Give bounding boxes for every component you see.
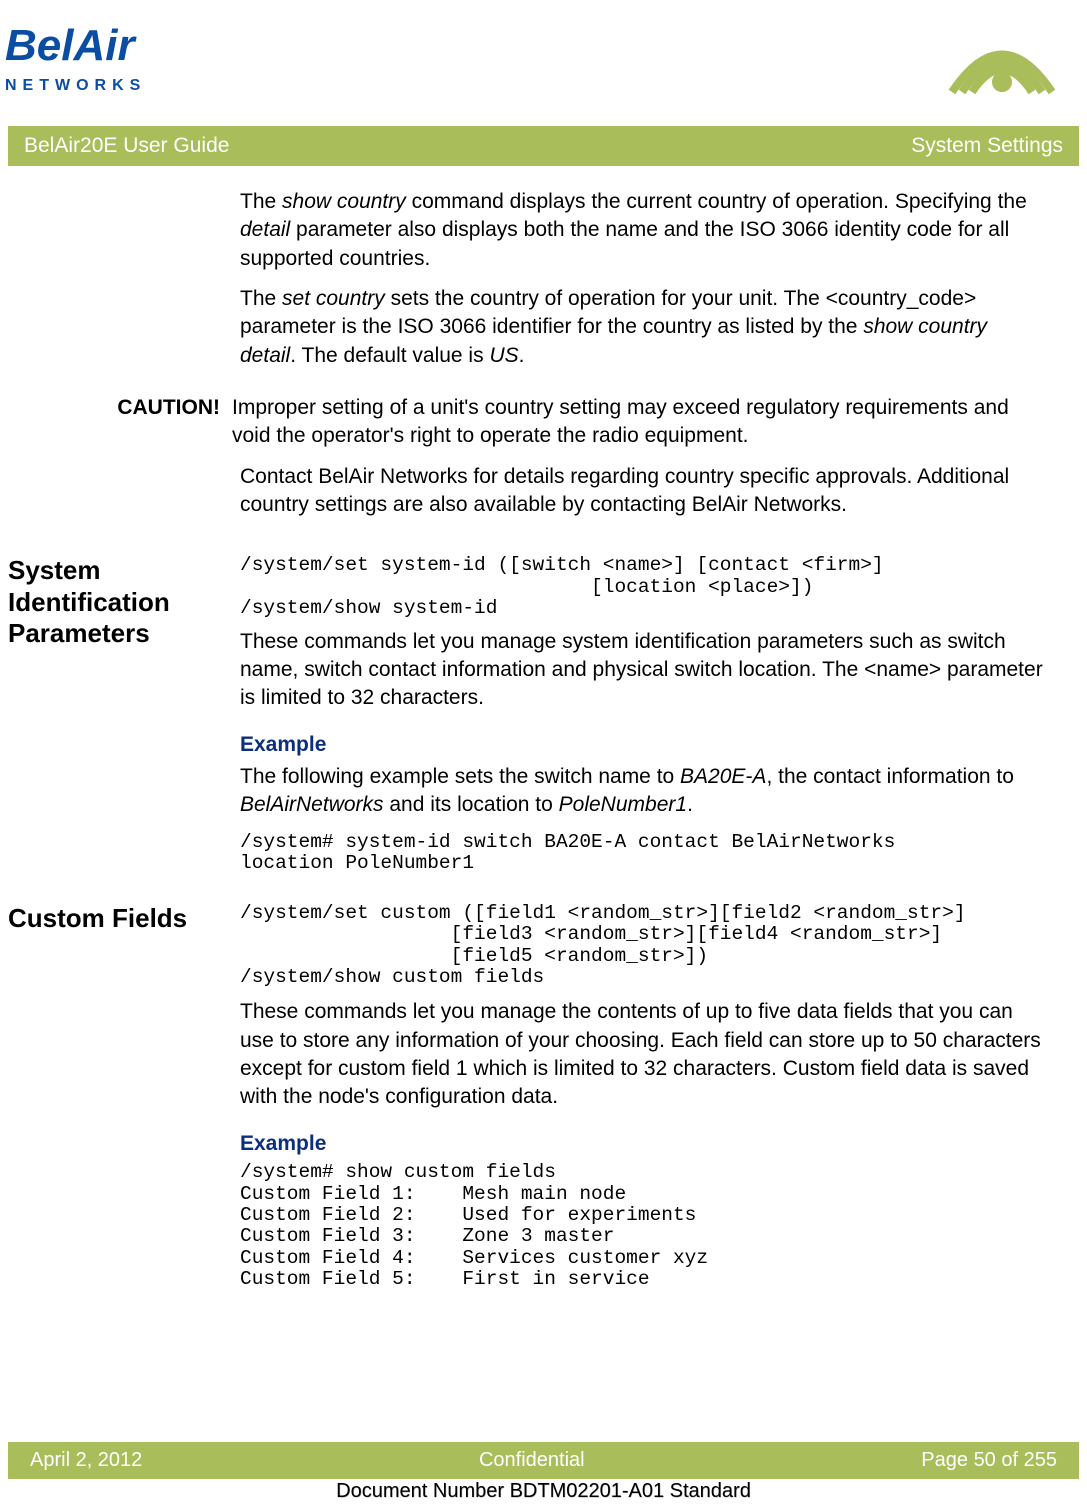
footer-confidential: Confidential xyxy=(479,1447,585,1474)
swoosh-icon xyxy=(947,12,1057,120)
sysid-command: /system/set system-id ([switch <name>] [… xyxy=(240,555,1047,619)
custom-example-output: /system# show custom fields Custom Field… xyxy=(240,1162,1047,1291)
sysid-heading: System Identification Parameters xyxy=(0,555,240,882)
title-banner: BelAir20E User Guide System Settings xyxy=(8,126,1079,166)
footer-docnum: Document Number BDTM02201-A01 Standard xyxy=(0,1478,1087,1505)
show-country-para: The show country command displays the cu… xyxy=(240,188,1047,273)
example-heading: Example xyxy=(240,731,1047,759)
guide-title: BelAir20E User Guide xyxy=(24,132,229,160)
page-content: The show country command displays the cu… xyxy=(0,166,1087,1299)
custom-desc: These commands let you manage the conten… xyxy=(240,998,1047,1111)
caution-label: CAUTION! xyxy=(0,394,240,531)
footer-banner: April 2, 2012 Confidential Page 50 of 25… xyxy=(8,1442,1079,1479)
example-heading: Example xyxy=(240,1130,1047,1158)
caution-after: Contact BelAir Networks for details rega… xyxy=(240,463,1047,520)
caution-text: Improper setting of a unit's country set… xyxy=(232,394,1047,451)
section-title: System Settings xyxy=(911,132,1063,160)
page-header: BelAir NETWORKS xyxy=(0,0,1087,126)
footer-date: April 2, 2012 xyxy=(30,1447,142,1474)
sysid-example-cmd: /system# system-id switch BA20E-A contac… xyxy=(240,832,1047,875)
set-country-para: The set country sets the country of oper… xyxy=(240,285,1047,370)
belair-logo: BelAir NETWORKS xyxy=(5,12,185,110)
custom-command: /system/set custom ([field1 <random_str>… xyxy=(240,903,1047,989)
footer-page: Page 50 of 255 xyxy=(921,1447,1057,1474)
svg-text:NETWORKS: NETWORKS xyxy=(5,77,146,94)
sysid-desc: These commands let you manage system ide… xyxy=(240,628,1047,713)
sysid-example-text: The following example sets the switch na… xyxy=(240,763,1047,820)
svg-text:BelAir: BelAir xyxy=(5,21,137,70)
custom-heading: Custom Fields xyxy=(0,903,240,1299)
